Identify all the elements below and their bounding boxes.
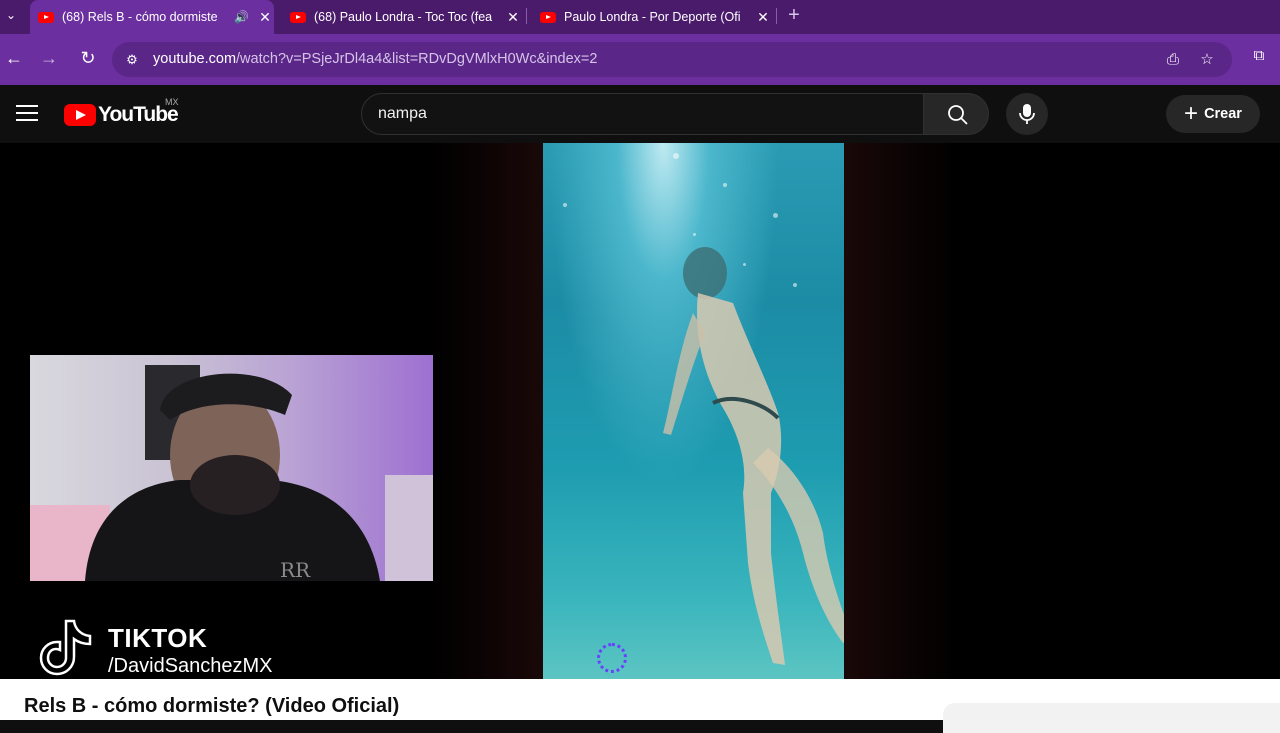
search-button[interactable] bbox=[923, 93, 989, 135]
video-player[interactable]: RR TIKTOK /DavidSanchezMX bbox=[0, 143, 1280, 679]
search-icon bbox=[948, 105, 968, 125]
browser-toolbar: ← → ↻ ⚙ youtube.com/watch?v=PSjeJrDl4a4&… bbox=[0, 34, 1280, 85]
tab-title: (68) Paulo Londra - Toc Toc (fea bbox=[314, 10, 493, 24]
swimmer-figure bbox=[663, 247, 844, 665]
create-button[interactable]: + Crear bbox=[1166, 95, 1260, 133]
install-app-icon[interactable]: ⎙ bbox=[1162, 49, 1184, 71]
voice-search-button[interactable] bbox=[1006, 93, 1048, 135]
logo-region: MX bbox=[165, 97, 179, 107]
url-path: /watch?v=PSjeJrDl4a4&list=RDvDgVMlxH0Wc&… bbox=[236, 51, 598, 67]
youtube-favicon-icon bbox=[38, 11, 54, 23]
back-icon[interactable]: ← bbox=[2, 46, 26, 70]
tab-divider bbox=[526, 8, 527, 24]
youtube-favicon-icon bbox=[290, 11, 306, 23]
ambient-glow-right bbox=[844, 143, 957, 679]
side-panel-card bbox=[943, 703, 1280, 733]
forward-icon[interactable]: → bbox=[37, 46, 61, 70]
plus-icon: + bbox=[1184, 100, 1199, 127]
webcam-overlay: RR bbox=[30, 355, 433, 581]
speaker-icon[interactable]: 🔊 bbox=[234, 10, 250, 24]
tiktok-brand: TIKTOK bbox=[108, 623, 208, 653]
browser-tab-strip: ⌄ (68) Rels B - cómo dormiste 🔊 ✕ (68) P… bbox=[0, 0, 1280, 34]
youtube-masthead: YouTube MX nampa + Crear bbox=[0, 85, 1280, 143]
youtube-favicon-icon bbox=[540, 11, 556, 23]
tab-close-icon[interactable]: ✕ bbox=[256, 9, 274, 26]
create-label: Crear bbox=[1204, 106, 1242, 122]
tab-paulo-londra-por-deporte[interactable]: Paulo Londra - Por Deporte (Ofi ✕ bbox=[532, 0, 772, 34]
tab-paulo-londra-toc-toc[interactable]: (68) Paulo Londra - Toc Toc (fea ✕ bbox=[282, 0, 522, 34]
tiktok-watermark: TIKTOK /DavidSanchezMX bbox=[0, 613, 330, 679]
search-input[interactable]: nampa bbox=[361, 93, 924, 135]
menu-icon[interactable] bbox=[16, 105, 38, 123]
loading-spinner-icon bbox=[597, 643, 627, 673]
ambient-glow-left bbox=[430, 143, 543, 679]
streamer-silhouette: RR bbox=[30, 365, 433, 581]
site-settings-icon[interactable]: ⚙ bbox=[122, 50, 142, 70]
extensions-icon[interactable]: ⧉ bbox=[1248, 47, 1270, 69]
video-frame[interactable] bbox=[543, 143, 844, 679]
watch-metadata: Rels B - cómo dormiste? (Video Oficial) bbox=[0, 679, 1280, 733]
tiktok-logo-icon bbox=[39, 619, 92, 676]
tab-close-icon[interactable]: ✕ bbox=[504, 9, 522, 26]
bookmark-star-icon[interactable]: ☆ bbox=[1196, 49, 1218, 71]
youtube-play-logo-icon bbox=[64, 104, 96, 126]
tab-divider bbox=[776, 8, 777, 24]
address-bar[interactable]: ⚙ youtube.com/watch?v=PSjeJrDl4a4&list=R… bbox=[112, 42, 1232, 77]
tab-rels-b[interactable]: (68) Rels B - cómo dormiste 🔊 ✕ bbox=[30, 0, 274, 34]
webcam-watermark: RR bbox=[280, 558, 311, 581]
tiktok-handle: /DavidSanchezMX bbox=[108, 655, 273, 677]
microphone-icon bbox=[1019, 104, 1035, 124]
video-title: Rels B - cómo dormiste? (Video Oficial) bbox=[24, 695, 400, 717]
url-host: youtube.com bbox=[153, 51, 237, 67]
youtube-logo[interactable]: YouTube MX bbox=[64, 97, 179, 127]
search-query: nampa bbox=[378, 105, 427, 122]
url-text[interactable]: youtube.com/watch?v=PSjeJrDl4a4&list=RDv… bbox=[153, 51, 597, 67]
tab-title: Paulo Londra - Por Deporte (Ofi bbox=[564, 10, 741, 24]
tab-search-icon[interactable]: ⌄ bbox=[0, 0, 22, 30]
new-tab-button[interactable]: + bbox=[784, 2, 804, 30]
tab-title: (68) Rels B - cómo dormiste bbox=[62, 10, 218, 24]
reload-icon[interactable]: ↻ bbox=[76, 46, 100, 70]
tab-close-icon[interactable]: ✕ bbox=[754, 9, 772, 26]
